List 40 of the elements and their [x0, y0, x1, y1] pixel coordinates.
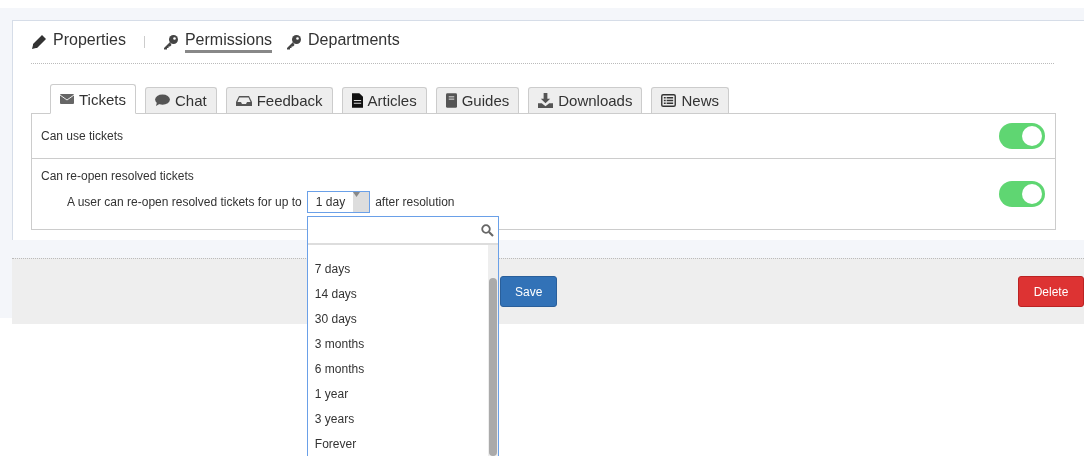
toggle-switch[interactable]	[999, 123, 1045, 149]
dropdown-option[interactable]: 3 years	[307, 407, 487, 432]
duration-select[interactable]: 1 day	[306, 191, 371, 213]
book-icon	[445, 93, 457, 108]
tab[interactable]: Guides	[435, 87, 520, 113]
scrollbar[interactable]	[487, 245, 498, 456]
tab[interactable]: Downloads	[528, 87, 643, 113]
download-icon	[538, 93, 554, 108]
nav-link[interactable]: Departments	[308, 31, 400, 53]
tab[interactable]: Chat	[144, 87, 217, 113]
setting-text: after resolution	[375, 195, 455, 209]
tab[interactable]: Feedback	[225, 87, 333, 113]
tab[interactable]: Tickets	[50, 84, 136, 114]
delete-button[interactable]: Delete	[1018, 276, 1084, 307]
dropdown-option[interactable]: 14 days	[307, 282, 487, 307]
setting-label: Can use tickets	[41, 129, 124, 143]
document-icon	[351, 93, 363, 108]
dropdown-option[interactable]: 7 days	[307, 257, 487, 282]
setting-text: A user can re-open resolved tickets for up to	[67, 195, 302, 209]
caret-icon	[353, 192, 370, 212]
dropdown-option[interactable]: 1 year	[307, 382, 487, 407]
search-icon	[480, 223, 494, 237]
dropdown-option[interactable]: 30 days	[307, 307, 487, 332]
tab[interactable]: Articles	[341, 87, 427, 113]
envelope-icon	[60, 93, 74, 105]
save-button[interactable]: Save	[500, 276, 558, 307]
nav-link[interactable]: Permissions	[184, 31, 273, 53]
setting-label: Can re-open resolved tickets	[41, 169, 195, 183]
key-icon	[286, 34, 303, 50]
toggle-switch[interactable]	[999, 181, 1045, 207]
dropdown-option[interactable]: 3 months	[307, 332, 487, 357]
pencil-icon	[31, 34, 47, 50]
dropdown-option[interactable]: Forever	[307, 432, 487, 456]
dropdown-option[interactable]: 6 months	[307, 357, 487, 382]
inbox-tray-icon	[235, 94, 252, 107]
nav-link[interactable]: Properties	[53, 31, 126, 53]
speech-bubble-icon	[154, 94, 170, 107]
key-icon	[162, 34, 179, 50]
tab[interactable]: News	[651, 87, 729, 113]
list-icon	[661, 94, 677, 107]
